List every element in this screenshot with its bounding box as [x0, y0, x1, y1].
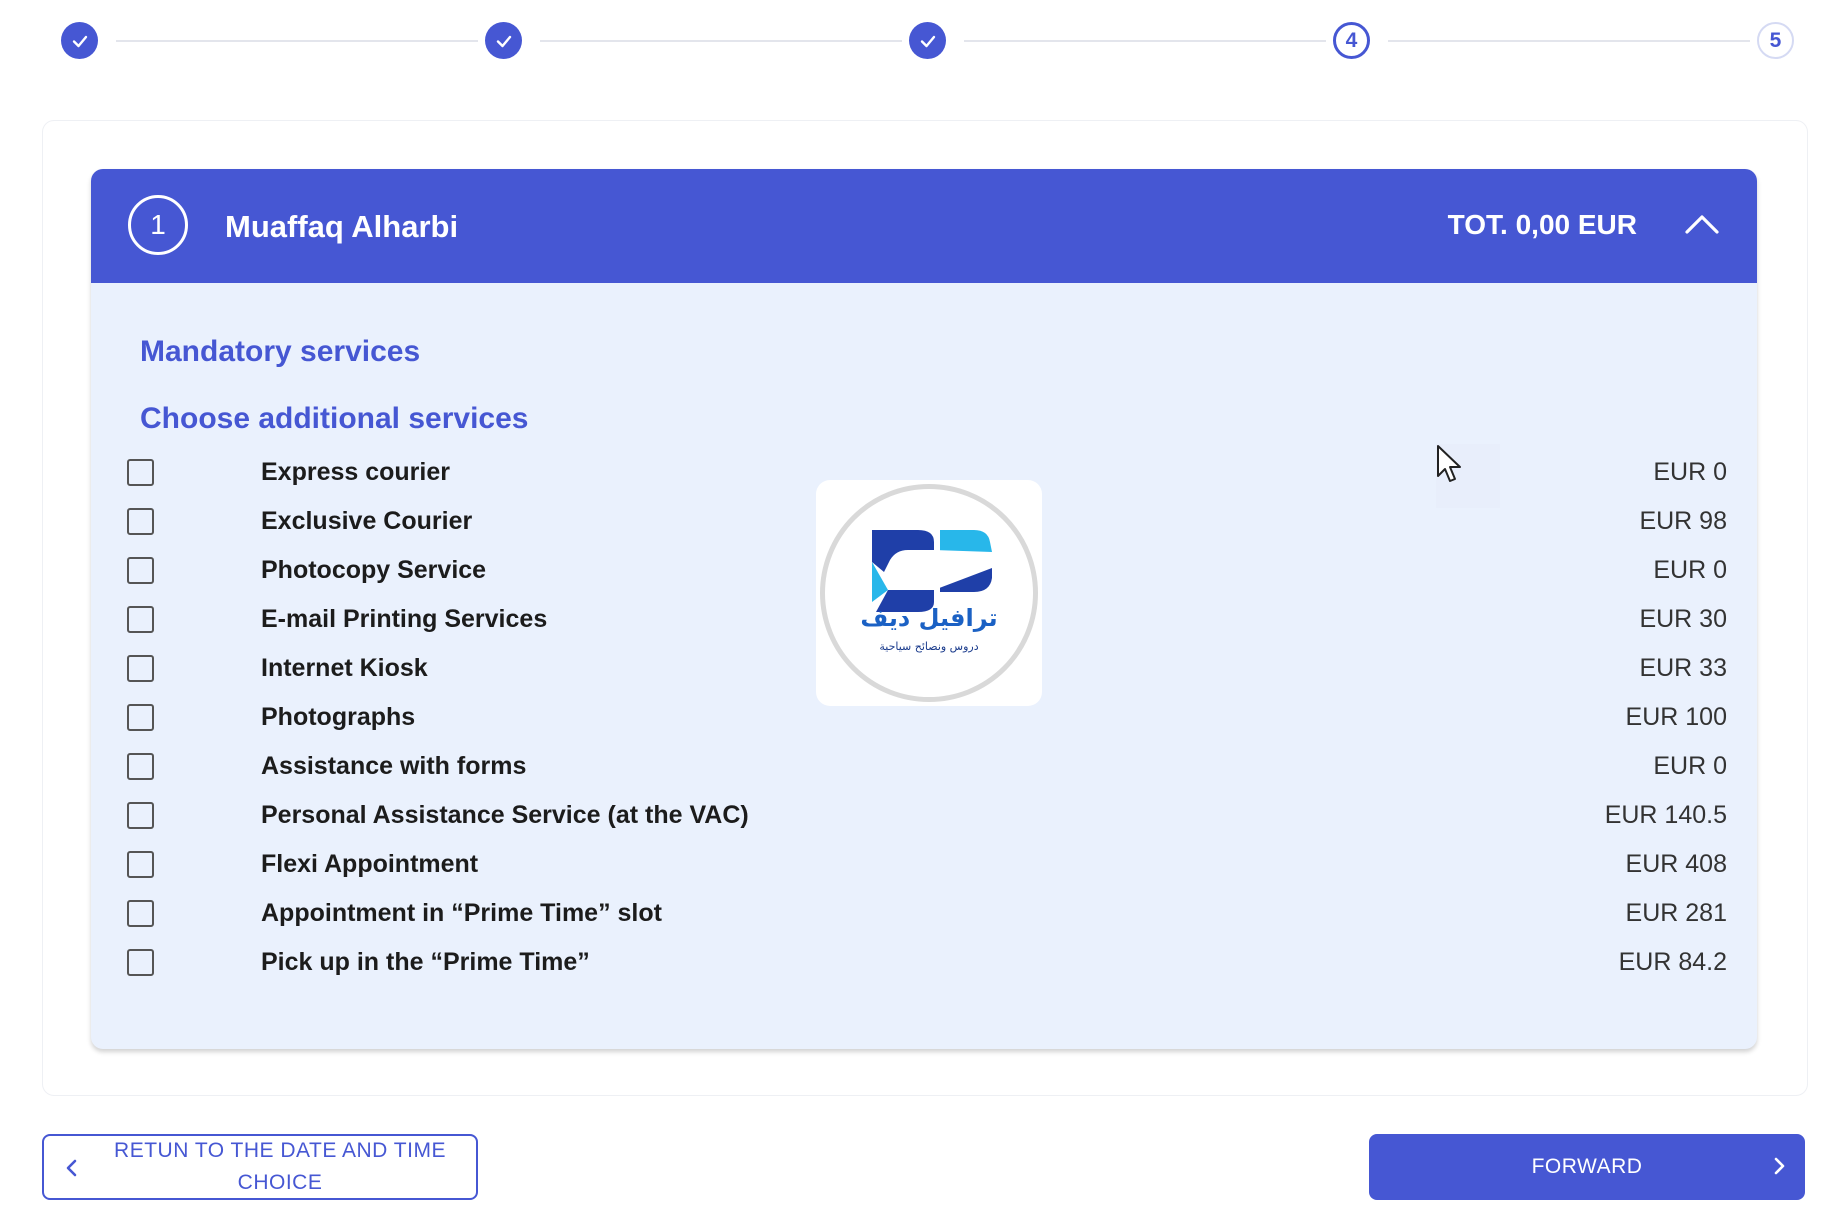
service-row: Flexi Appointment EUR 408: [127, 844, 1727, 884]
plane-logo-icon: [872, 530, 992, 612]
chevron-left-icon: [66, 1159, 77, 1177]
chevron-up-icon: [1685, 215, 1719, 234]
service-row: Pick up in the “Prime Time” EUR 84.2: [127, 942, 1727, 982]
logo-subtitle: دروس ونصائح سياحية: [879, 640, 979, 653]
additional-services-title: Choose additional services: [140, 402, 529, 435]
watermark-logo: ترافيل ديف دروس ونصائح سياحية: [816, 480, 1042, 706]
collapse-button[interactable]: [1677, 199, 1727, 249]
mouse-cursor: [1436, 444, 1500, 508]
service-row: Personal Assistance Service (at the VAC)…: [127, 795, 1727, 835]
service-name: Pick up in the “Prime Time”: [261, 948, 590, 976]
step-3-done[interactable]: [909, 22, 946, 59]
service-price: EUR 98: [1639, 507, 1727, 535]
step-connector: [964, 40, 1326, 42]
applicant-number: 1: [128, 195, 188, 255]
service-checkbox[interactable]: [127, 459, 154, 486]
service-price: EUR 0: [1653, 458, 1727, 486]
service-price: EUR 140.5: [1604, 801, 1727, 829]
step-4-current: 4: [1333, 22, 1370, 59]
service-name: Exclusive Courier: [261, 507, 473, 535]
service-checkbox[interactable]: [127, 508, 154, 535]
service-price: EUR 30: [1639, 605, 1727, 633]
service-name: Personal Assistance Service (at the VAC): [261, 801, 749, 829]
forward-button-label: FORWARD: [1531, 1155, 1643, 1178]
service-name: Appointment in “Prime Time” slot: [261, 899, 662, 927]
logo-title: ترافيل ديف: [860, 604, 998, 632]
service-price: EUR 281: [1625, 899, 1727, 927]
service-checkbox[interactable]: [127, 606, 154, 633]
service-price: EUR 408: [1625, 850, 1727, 878]
chevron-right-icon: [1774, 1157, 1785, 1175]
check-icon: [920, 35, 935, 47]
step-5-upcoming: 5: [1757, 22, 1794, 59]
service-name: Photographs: [261, 703, 416, 731]
applicant-total: TOT. 0,00 EUR: [1447, 209, 1637, 240]
service-checkbox[interactable]: [127, 949, 154, 976]
service-price: EUR 0: [1653, 556, 1727, 584]
service-name: Assistance with forms: [261, 752, 527, 780]
applicant-header[interactable]: 1 Muaffaq Alharbi TOT. 0,00 EUR: [91, 169, 1757, 283]
service-checkbox[interactable]: [127, 802, 154, 829]
service-name: Photocopy Service: [261, 556, 487, 584]
step-1-done[interactable]: [61, 22, 98, 59]
applicant-name: Muaffaq Alharbi: [225, 209, 459, 244]
step-connector: [1388, 40, 1750, 42]
mandatory-services-title: Mandatory services: [140, 335, 421, 368]
service-name: E-mail Printing Services: [261, 605, 548, 633]
service-row: Assistance with forms EUR 0: [127, 746, 1727, 786]
service-row: Appointment in “Prime Time” slot EUR 281: [127, 893, 1727, 933]
service-checkbox[interactable]: [127, 557, 154, 584]
cursor-arrow-icon: [1437, 445, 1461, 482]
step-2-done[interactable]: [485, 22, 522, 59]
service-price: EUR 0: [1653, 752, 1727, 780]
service-name: Flexi Appointment: [261, 850, 479, 878]
service-checkbox[interactable]: [127, 900, 154, 927]
service-checkbox[interactable]: [127, 704, 154, 731]
check-icon: [72, 35, 87, 47]
forward-button[interactable]: FORWARD: [1369, 1134, 1805, 1200]
step-connector: [540, 40, 902, 42]
check-icon: [496, 35, 511, 47]
return-button-label: RETUN TO THE DATE AND TIME CHOICE: [114, 1139, 446, 1194]
service-checkbox[interactable]: [127, 851, 154, 878]
service-checkbox[interactable]: [127, 753, 154, 780]
progress-stepper: 4 5: [0, 0, 1838, 90]
service-price: EUR 84.2: [1618, 948, 1727, 976]
service-name: Internet Kiosk: [261, 654, 428, 682]
service-checkbox[interactable]: [127, 655, 154, 682]
service-price: EUR 33: [1639, 654, 1727, 682]
service-price: EUR 100: [1625, 703, 1727, 731]
step-connector: [116, 40, 478, 42]
service-name: Express courier: [261, 458, 450, 486]
return-to-date-time-button[interactable]: RETUN TO THE DATE AND TIME CHOICE: [42, 1134, 478, 1200]
